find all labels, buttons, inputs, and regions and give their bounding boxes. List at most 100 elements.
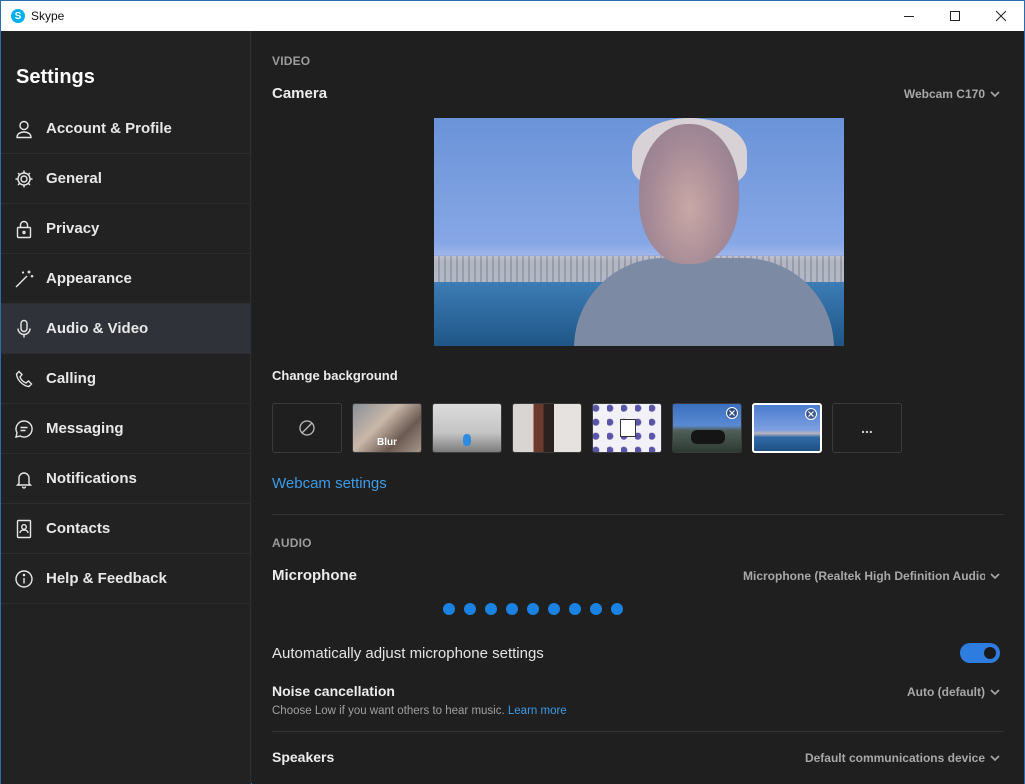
sidebar-item-label: Audio & Video xyxy=(46,320,149,337)
auto-adjust-toggle[interactable] xyxy=(960,643,1000,663)
more-backgrounds-button[interactable]: ... xyxy=(832,403,902,453)
contact-card-icon xyxy=(14,519,34,539)
close-icon xyxy=(995,10,1007,22)
microphone-level-meter xyxy=(443,603,623,615)
maximize-button[interactable] xyxy=(932,1,978,31)
sidebar-item-label: Contacts xyxy=(46,520,111,537)
person-icon xyxy=(14,119,34,139)
noise-hint: Choose Low if you want others to hear mu… xyxy=(272,705,567,717)
camera-label: Camera xyxy=(272,85,328,102)
background-pattern-option[interactable] xyxy=(592,403,662,453)
background-office-option[interactable] xyxy=(432,403,502,453)
pattern-badge xyxy=(620,419,636,437)
office-bubble xyxy=(463,434,471,446)
microphone-device-value: Microphone (Realtek High Definition Audi… xyxy=(743,569,985,583)
mic-level-dot xyxy=(506,603,518,615)
chevron-down-icon xyxy=(990,573,1000,580)
remove-background-button[interactable] xyxy=(805,408,817,420)
background-blur-option[interactable]: Blur xyxy=(352,403,422,453)
minimize-icon xyxy=(904,16,914,17)
sidebar-item-label: Privacy xyxy=(46,220,100,237)
sidebar-item-notifications[interactable]: Notifications xyxy=(1,454,251,504)
microphone-label: Microphone xyxy=(272,567,357,584)
chevron-down-icon xyxy=(990,689,1000,696)
info-icon xyxy=(14,569,34,589)
magic-wand-icon xyxy=(14,269,34,289)
skype-logo-icon: S xyxy=(11,9,25,23)
sidebar-item-privacy[interactable]: Privacy xyxy=(1,204,251,254)
chevron-down-icon xyxy=(990,755,1000,762)
sidebar-item-label: Messaging xyxy=(46,420,124,437)
mic-level-dot xyxy=(569,603,581,615)
close-button[interactable] xyxy=(978,1,1024,31)
sidebar-item-label: General xyxy=(46,170,102,187)
mic-level-dot xyxy=(590,603,602,615)
webcam-settings-link[interactable]: Webcam settings xyxy=(272,475,387,492)
microphone-icon xyxy=(14,319,34,339)
sidebar-item-audio-video[interactable]: Audio & Video xyxy=(1,304,251,354)
settings-sidebar: Settings Account & Profile General Priva… xyxy=(1,31,251,784)
change-background-label: Change background xyxy=(272,368,398,383)
sidebar-item-messaging[interactable]: Messaging xyxy=(1,404,251,454)
background-none-option[interactable] xyxy=(272,403,342,453)
learn-more-link[interactable]: Learn more xyxy=(508,705,567,717)
noise-hint-text: Choose Low if you want others to hear mu… xyxy=(272,705,505,717)
chevron-down-icon xyxy=(990,91,1000,98)
lock-icon xyxy=(14,219,34,239)
speakers-label: Speakers xyxy=(272,749,335,765)
noise-cancellation-label: Noise cancellation xyxy=(272,683,395,699)
title-bar: S Skype xyxy=(1,1,1024,31)
audio-section-heading: AUDIO xyxy=(272,536,312,550)
sidebar-item-appearance[interactable]: Appearance xyxy=(1,254,251,304)
maximize-icon xyxy=(950,11,960,21)
no-background-icon xyxy=(299,420,315,436)
mic-level-dot xyxy=(611,603,623,615)
mic-level-dot xyxy=(527,603,539,615)
background-motorcycle-option[interactable] xyxy=(672,403,742,453)
mic-level-dot xyxy=(548,603,560,615)
motorcycle-shape xyxy=(691,430,725,444)
mic-level-dot xyxy=(443,603,455,615)
camera-preview xyxy=(434,118,844,346)
video-section-heading: VIDEO xyxy=(272,54,311,68)
speakers-device-value: Default communications device xyxy=(804,751,985,765)
close-icon xyxy=(808,411,814,417)
gear-icon xyxy=(14,169,34,189)
background-room-option[interactable] xyxy=(512,403,582,453)
speakers-device-dropdown[interactable]: Default communications device xyxy=(805,751,1000,765)
noise-cancellation-value: Auto (default) xyxy=(907,685,985,699)
settings-title: Settings xyxy=(16,66,95,88)
minimize-button[interactable] xyxy=(886,1,932,31)
remove-background-button[interactable] xyxy=(726,407,738,419)
blur-label: Blur xyxy=(377,437,397,448)
phone-icon xyxy=(14,369,34,389)
camera-device-dropdown[interactable]: Webcam C170 xyxy=(904,87,1000,101)
skype-window: S Skype Settings Account & Profile Gener… xyxy=(0,0,1025,784)
close-icon xyxy=(729,410,735,416)
settings-nav: Account & Profile General Privacy Appear… xyxy=(1,104,251,604)
sidebar-item-help-feedback[interactable]: Help & Feedback xyxy=(1,554,251,604)
sidebar-item-general[interactable]: General xyxy=(1,154,251,204)
window-controls xyxy=(886,1,1024,31)
noise-cancellation-dropdown[interactable]: Auto (default) xyxy=(907,685,1000,699)
sidebar-item-label: Help & Feedback xyxy=(46,570,167,587)
sidebar-item-calling[interactable]: Calling xyxy=(1,354,251,404)
mic-level-dot xyxy=(485,603,497,615)
sidebar-item-label: Notifications xyxy=(46,470,137,487)
chat-bubble-icon xyxy=(14,419,34,439)
background-sea-option-selected[interactable] xyxy=(752,403,822,453)
sidebar-item-label: Account & Profile xyxy=(46,120,172,137)
sidebar-item-contacts[interactable]: Contacts xyxy=(1,504,251,554)
toggle-knob xyxy=(984,647,996,659)
auto-adjust-label: Automatically adjust microphone settings xyxy=(272,645,544,662)
microphone-device-dropdown[interactable]: Microphone (Realtek High Definition Audi… xyxy=(743,569,1000,583)
background-options: Blur ... xyxy=(272,403,902,453)
sidebar-item-label: Appearance xyxy=(46,270,132,287)
preview-person-head xyxy=(639,124,739,264)
camera-device-value: Webcam C170 xyxy=(903,87,985,101)
section-divider xyxy=(272,731,1004,732)
section-divider xyxy=(272,514,1004,515)
audio-video-settings-panel: VIDEO Camera Webcam C170 Change backgrou… xyxy=(252,31,1024,784)
sidebar-item-account-profile[interactable]: Account & Profile xyxy=(1,104,251,154)
bell-icon xyxy=(14,469,34,489)
